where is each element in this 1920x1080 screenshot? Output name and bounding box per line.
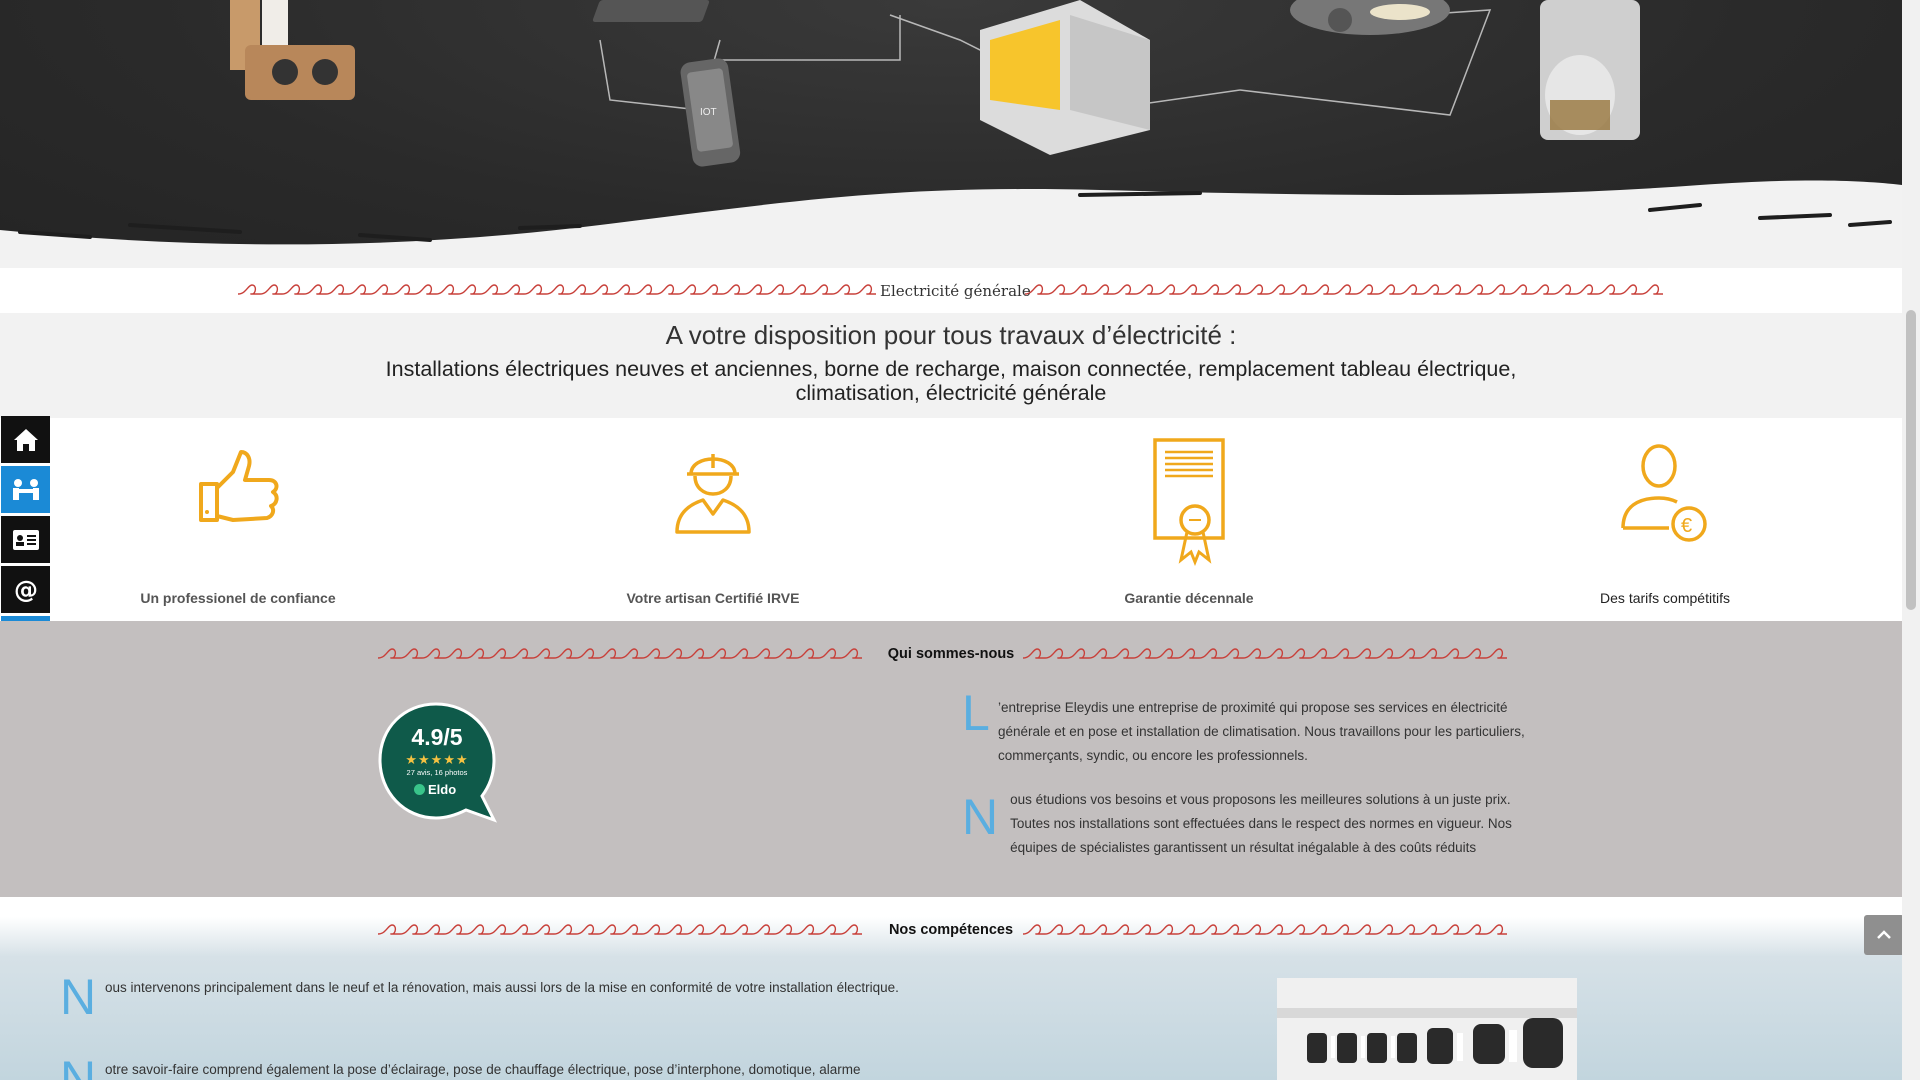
page-scrollbar[interactable] (1902, 0, 1920, 1080)
feature-trust: Un professionel de confiance (88, 418, 388, 621)
microwave-icon (980, 0, 1150, 155)
home-icon (13, 428, 38, 451)
feature-guarantee: Garantie décennale (1039, 418, 1339, 621)
loop-divider-right (1025, 284, 1663, 295)
feature-irve: Votre artisan Certifié IRVE (563, 418, 863, 621)
feature-label: Votre artisan Certifié IRVE (626, 590, 800, 606)
user-euro-icon: € (1621, 444, 1707, 542)
at-icon: @ (14, 577, 38, 603)
car-icon (1290, 0, 1450, 35)
competences-paragraph-1: N ous intervenons principalement dans le… (60, 972, 942, 1022)
dropcap: L (962, 685, 990, 741)
section-label-competences: Nos compétences (888, 922, 1014, 938)
paragraph-text: ous étudions vos besoins et vous proposo… (1010, 792, 1512, 855)
eldo-logo: Eldo (414, 782, 456, 797)
dropcap: N (60, 1051, 97, 1080)
sidebar-contact-button[interactable] (1, 516, 50, 563)
feature-label: Garantie décennale (1124, 590, 1254, 606)
svg-text:IOT: IOT (700, 107, 717, 118)
contact-card-icon (12, 529, 39, 550)
breaker-panel-illustration (1277, 978, 1577, 1080)
rating-score: 4.9/5 (411, 724, 463, 750)
rating-reviews: 27 avis, 16 photos (406, 768, 468, 777)
dropcap: N (962, 789, 999, 845)
section-label-electricite: Electricité générale (880, 282, 1031, 300)
worker-helmet-icon (675, 454, 751, 534)
loop-stroke (1023, 924, 1507, 935)
loop-divider-left (238, 284, 876, 295)
competences-text: N ous intervenons principalement dans le… (60, 972, 942, 1080)
scrollbar-thumb[interactable] (1906, 310, 1916, 610)
feature-label: Un professionel de confiance (140, 590, 336, 606)
section-label-about: Qui sommes-nous (887, 646, 1015, 662)
dropcap: N (60, 969, 97, 1025)
speaker-icon (230, 0, 355, 100)
feature-label: Des tarifs compétitifs (1600, 590, 1730, 606)
sidebar-email-button[interactable]: @ (1, 566, 50, 613)
about-paragraph-1: L ’entreprise Eleydis une entreprise de … (962, 688, 1527, 768)
intro-title: A votre disposition pour tous travaux d’… (665, 320, 1237, 350)
rating-stars: ★★★★★ (405, 752, 469, 767)
about-text: L ’entreprise Eleydis une entreprise de … (962, 688, 1527, 880)
loop-stroke (378, 648, 862, 659)
meeting-icon (12, 478, 39, 500)
smartphone-icon: IOT (680, 58, 741, 167)
competences-paragraph-2: N otre savoir-faire comprend également l… (60, 1051, 942, 1080)
about-paragraph-2: N ous étudions vos besoins et vous propo… (962, 788, 1527, 860)
features-row: Un professionel de confiance Votre artis… (0, 418, 1902, 621)
certificate-icon (1153, 438, 1225, 566)
loop-stroke (1025, 284, 1663, 295)
chevron-up-icon (1877, 930, 1891, 939)
page: IOT Electricité générale A votre disposi… (0, 0, 1902, 1080)
loop-divider-right (1023, 648, 1507, 659)
scroll-to-top-button[interactable] (1864, 915, 1902, 955)
loop-divider-left (378, 648, 862, 659)
feature-prices: € Des tarifs compétitifs (1515, 418, 1815, 621)
electrical-panel-image (1277, 978, 1577, 1080)
about-section (0, 621, 1902, 897)
svg-text:€: € (1681, 515, 1692, 537)
svg-text:@: @ (14, 577, 38, 603)
keyboard-icon (592, 0, 710, 22)
hero-illustration: IOT (0, 0, 1902, 268)
loop-divider-right (1023, 924, 1507, 935)
eldo-logo-icon (414, 784, 425, 795)
coffee-machine-icon (1540, 0, 1640, 140)
thumbs-up-icon (199, 450, 279, 522)
sidebar-meeting-button[interactable] (1, 466, 50, 513)
paragraph-text: ’entreprise Eleydis une entreprise de pr… (998, 700, 1525, 763)
eldo-brand: Eldo (428, 782, 457, 797)
paragraph-text: otre savoir-faire comprend également la … (105, 1062, 861, 1077)
eldo-rating-badge[interactable]: 4.9/5 ★★★★★ 27 avis, 16 photos Eldo (378, 702, 498, 823)
loop-stroke (378, 924, 862, 935)
intro-subtitle: Installations électriques neuves et anci… (385, 357, 1517, 405)
sidebar-home-button[interactable] (1, 416, 50, 463)
loop-stroke (238, 284, 876, 295)
loop-divider-left (378, 924, 862, 935)
loop-stroke (1023, 648, 1507, 659)
hero-banner: IOT (0, 0, 1902, 268)
paragraph-text: ous intervenons principalement dans le n… (105, 980, 899, 995)
